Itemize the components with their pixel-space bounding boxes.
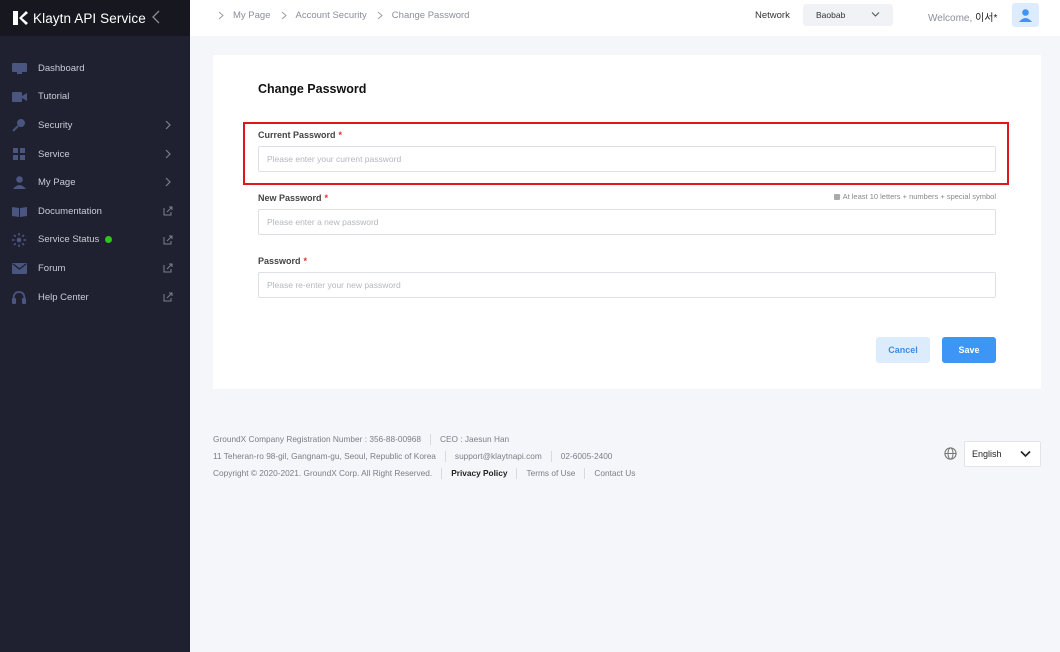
cancel-button[interactable]: Cancel bbox=[876, 337, 930, 363]
user-icon bbox=[11, 176, 27, 190]
welcome-text: Welcome, 이서* bbox=[928, 9, 997, 24]
chevron-right-icon bbox=[377, 11, 383, 20]
sidebar-item-label: Documentation bbox=[38, 205, 102, 217]
privacy-policy-link[interactable]: Privacy Policy bbox=[451, 465, 507, 482]
globe-icon bbox=[944, 447, 957, 460]
mail-icon bbox=[11, 261, 27, 275]
sidebar-item-help-center[interactable]: Help Center bbox=[0, 283, 190, 312]
chevron-right-icon bbox=[165, 177, 171, 187]
sidebar-item-label: Tutorial bbox=[38, 91, 70, 103]
breadcrumb-account-security[interactable]: Account Security bbox=[296, 10, 367, 21]
language-select[interactable]: English bbox=[964, 441, 1041, 467]
brand[interactable]: Klaytn API Service bbox=[0, 0, 190, 36]
confirm-password-label: Password * bbox=[258, 256, 307, 266]
change-password-card: Change Password Current Password * New Pa… bbox=[213, 55, 1041, 389]
klaytn-logo-icon bbox=[13, 11, 28, 25]
footer-row-company: GroundX Company Registration Number : 35… bbox=[213, 431, 635, 448]
chevron-down-icon bbox=[871, 12, 880, 17]
sidebar-item-my-page[interactable]: My Page bbox=[0, 168, 190, 197]
sidebar-item-label: Security bbox=[38, 119, 73, 131]
phone-number: 02-6005-2400 bbox=[560, 451, 613, 461]
external-link-icon bbox=[163, 263, 173, 273]
chevron-right-icon bbox=[218, 11, 224, 20]
new-password-label: New Password * bbox=[258, 193, 328, 203]
network-select[interactable]: Baobab bbox=[803, 4, 893, 26]
footer-row-contact: 11 Teheran-ro 98-gil, Gangnam-gu, Seoul,… bbox=[213, 448, 635, 465]
terms-of-use-link[interactable]: Terms of Use bbox=[526, 465, 575, 482]
company-address: 11 Teheran-ro 98-gil, Gangnam-gu, Seoul,… bbox=[213, 451, 436, 461]
confirm-password-label-text: Password bbox=[258, 256, 301, 266]
new-password-input[interactable] bbox=[258, 209, 996, 235]
external-link-icon bbox=[163, 235, 173, 245]
headset-icon bbox=[11, 290, 27, 304]
contact-us-link[interactable]: Contact Us bbox=[594, 465, 635, 482]
username: 이서* bbox=[975, 13, 998, 24]
sidebar-item-label: Dashboard bbox=[38, 62, 85, 74]
app-title: Klaytn API Service bbox=[33, 10, 146, 26]
divider bbox=[441, 468, 443, 479]
new-password-label-text: New Password bbox=[258, 193, 322, 203]
collapse-sidebar-icon[interactable] bbox=[150, 9, 162, 25]
sidebar-item-label: My Page bbox=[38, 177, 76, 189]
external-link-icon bbox=[163, 206, 173, 216]
video-icon bbox=[11, 90, 27, 104]
page-title: Change Password bbox=[258, 82, 367, 96]
status-indicator-dot bbox=[105, 236, 113, 244]
chevron-right-icon bbox=[281, 11, 287, 20]
network-value: Baobab bbox=[816, 10, 846, 20]
sidebar-item-tutorial[interactable]: Tutorial bbox=[0, 83, 190, 112]
breadcrumb-change-password: Change Password bbox=[391, 10, 470, 21]
sidebar-item-documentation[interactable]: Documentation bbox=[0, 197, 190, 226]
sidebar-item-security[interactable]: Security bbox=[0, 111, 190, 140]
ceo-text: CEO : Jaesun Han bbox=[440, 434, 510, 444]
chevron-right-icon bbox=[165, 120, 171, 130]
highlight-box bbox=[243, 122, 1009, 185]
external-link-icon bbox=[163, 292, 173, 302]
sidebar-item-label: Service Status bbox=[38, 234, 100, 246]
sidebar-nav: Dashboard Tutorial Security Service My P… bbox=[0, 54, 190, 311]
breadcrumb-my-page[interactable]: My Page bbox=[233, 10, 271, 21]
avatar-button[interactable] bbox=[1012, 3, 1039, 27]
divider bbox=[444, 451, 446, 462]
dashboard-icon bbox=[11, 61, 27, 75]
sidebar-item-label: Forum bbox=[38, 262, 66, 274]
sidebar-item-label: Help Center bbox=[38, 291, 89, 303]
language-value: English bbox=[972, 449, 1002, 459]
required-asterisk: * bbox=[324, 193, 329, 203]
divider bbox=[550, 451, 552, 462]
footer-row-links: Copyright © 2020-2021. GroundX Corp. All… bbox=[213, 465, 635, 482]
sidebar-item-dashboard[interactable]: Dashboard bbox=[0, 54, 190, 83]
key-icon bbox=[11, 118, 27, 133]
password-hint: At least 10 letters + numbers + special … bbox=[820, 192, 996, 201]
divider bbox=[516, 468, 518, 479]
required-asterisk: * bbox=[303, 256, 308, 266]
sidebar-item-forum[interactable]: Forum bbox=[0, 254, 190, 283]
book-icon bbox=[11, 204, 27, 218]
sidebar-item-label: Service bbox=[38, 148, 70, 160]
breadcrumb: My Page Account Security Change Password bbox=[217, 10, 478, 21]
divider bbox=[584, 468, 586, 479]
company-registration: GroundX Company Registration Number : 35… bbox=[213, 434, 421, 444]
footer: GroundX Company Registration Number : 35… bbox=[213, 431, 635, 482]
chevron-right-icon bbox=[165, 149, 171, 159]
top-header: My Page Account Security Change Password… bbox=[190, 0, 1060, 36]
divider bbox=[430, 434, 431, 445]
welcome-prefix: Welcome, bbox=[928, 13, 973, 24]
user-avatar-icon bbox=[1019, 8, 1032, 22]
info-icon bbox=[833, 194, 840, 201]
password-hint-text: At least 10 letters + numbers + special … bbox=[842, 192, 996, 201]
sidebar-item-service-status[interactable]: Service Status bbox=[0, 226, 190, 255]
copyright-text: Copyright © 2020-2021. GroundX Corp. All… bbox=[213, 468, 433, 478]
confirm-password-input[interactable] bbox=[258, 272, 996, 298]
network-label: Network bbox=[755, 10, 790, 21]
support-email[interactable]: support@klaytnapi.com bbox=[455, 448, 542, 465]
save-button[interactable]: Save bbox=[942, 337, 996, 363]
chevron-down-icon bbox=[1020, 450, 1031, 458]
grid-icon bbox=[11, 147, 27, 161]
sidebar: Klaytn API Service Dashboard Tutorial Se… bbox=[0, 0, 190, 652]
status-icon bbox=[11, 232, 27, 247]
sidebar-item-service[interactable]: Service bbox=[0, 140, 190, 169]
